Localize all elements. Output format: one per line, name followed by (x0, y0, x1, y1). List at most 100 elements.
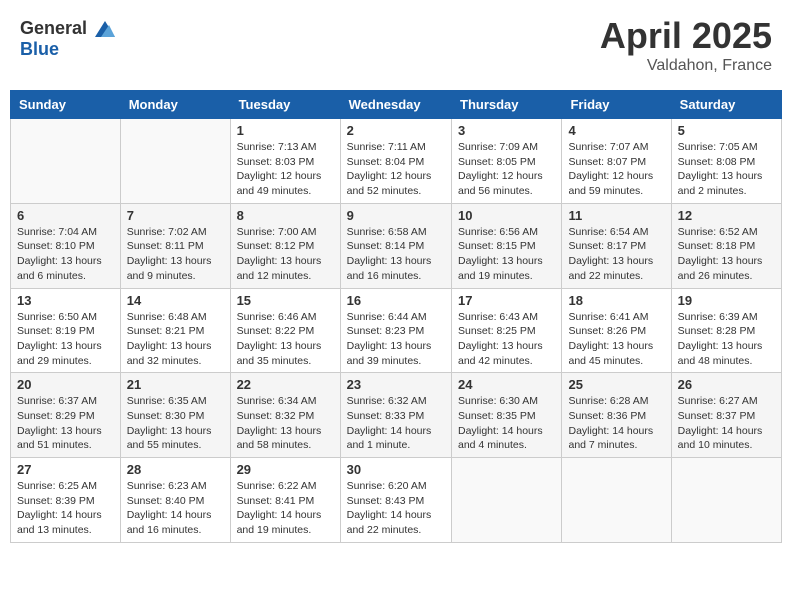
day-number: 26 (678, 377, 775, 392)
day-number: 10 (458, 208, 555, 223)
calendar-table: Sunday Monday Tuesday Wednesday Thursday… (10, 90, 782, 543)
day-info: Sunrise: 6:46 AMSunset: 8:22 PMDaylight:… (237, 310, 334, 369)
table-row: 8 Sunrise: 7:00 AMSunset: 8:12 PMDaylight… (230, 203, 340, 288)
day-number: 4 (568, 123, 664, 138)
day-info: Sunrise: 6:32 AMSunset: 8:33 PMDaylight:… (347, 394, 445, 453)
table-row: 24 Sunrise: 6:30 AMSunset: 8:35 PMDayligh… (452, 373, 562, 458)
day-number: 18 (568, 293, 664, 308)
day-info: Sunrise: 6:23 AMSunset: 8:40 PMDaylight:… (127, 479, 224, 538)
table-row: 20 Sunrise: 6:37 AMSunset: 8:29 PMDayligh… (11, 373, 121, 458)
table-row: 5Sunrise: 7:05 AMSunset: 8:08 PMDaylight… (671, 119, 781, 204)
day-info: Sunrise: 7:04 AMSunset: 8:10 PMDaylight:… (17, 225, 114, 284)
table-row (452, 458, 562, 543)
calendar-header-row: Sunday Monday Tuesday Wednesday Thursday… (11, 91, 782, 119)
day-info: Sunrise: 7:05 AMSunset: 8:08 PMDaylight:… (678, 140, 775, 199)
table-row: 9 Sunrise: 6:58 AMSunset: 8:14 PMDaylight… (340, 203, 451, 288)
day-info: Sunrise: 6:34 AMSunset: 8:32 PMDaylight:… (237, 394, 334, 453)
col-tuesday: Tuesday (230, 91, 340, 119)
table-row: 17Sunrise: 6:43 AMSunset: 8:25 PMDayligh… (452, 288, 562, 373)
day-info: Sunrise: 6:56 AMSunset: 8:15 PMDaylight:… (458, 225, 555, 284)
day-info: Sunrise: 6:54 AMSunset: 8:17 PMDaylight:… (568, 225, 664, 284)
day-info: Sunrise: 6:20 AMSunset: 8:43 PMDaylight:… (347, 479, 445, 538)
logo: General Blue (20, 15, 119, 61)
table-row: 16 Sunrise: 6:44 AMSunset: 8:23 PMDayligh… (340, 288, 451, 373)
table-row: 12Sunrise: 6:52 AMSunset: 8:18 PMDayligh… (671, 203, 781, 288)
table-row (120, 119, 230, 204)
col-wednesday: Wednesday (340, 91, 451, 119)
table-row: 19Sunrise: 6:39 AMSunset: 8:28 PMDayligh… (671, 288, 781, 373)
day-number: 8 (237, 208, 334, 223)
table-row: 21 Sunrise: 6:35 AMSunset: 8:30 PMDayligh… (120, 373, 230, 458)
calendar-week-row: 27 Sunrise: 6:25 AMSunset: 8:39 PMDayligh… (11, 458, 782, 543)
day-number: 27 (17, 462, 114, 477)
day-info: Sunrise: 7:09 AMSunset: 8:05 PMDaylight:… (458, 140, 555, 199)
table-row: 13 Sunrise: 6:50 AMSunset: 8:19 PMDayligh… (11, 288, 121, 373)
table-row: 4 Sunrise: 7:07 AMSunset: 8:07 PMDaylight… (562, 119, 671, 204)
day-number: 17 (458, 293, 555, 308)
col-thursday: Thursday (452, 91, 562, 119)
day-number: 22 (237, 377, 334, 392)
table-row: 27 Sunrise: 6:25 AMSunset: 8:39 PMDayligh… (11, 458, 121, 543)
day-info: Sunrise: 6:48 AMSunset: 8:21 PMDaylight:… (127, 310, 224, 369)
day-info: Sunrise: 6:28 AMSunset: 8:36 PMDaylight:… (568, 394, 664, 453)
day-info: Sunrise: 6:25 AMSunset: 8:39 PMDaylight:… (17, 479, 114, 538)
day-number: 16 (347, 293, 445, 308)
col-saturday: Saturday (671, 91, 781, 119)
col-sunday: Sunday (11, 91, 121, 119)
day-number: 2 (347, 123, 445, 138)
day-number: 11 (568, 208, 664, 223)
table-row: 11 Sunrise: 6:54 AMSunset: 8:17 PMDayligh… (562, 203, 671, 288)
table-row: 14Sunrise: 6:48 AMSunset: 8:21 PMDayligh… (120, 288, 230, 373)
calendar-week-row: 20 Sunrise: 6:37 AMSunset: 8:29 PMDayligh… (11, 373, 782, 458)
calendar-week-row: 6 Sunrise: 7:04 AMSunset: 8:10 PMDaylight… (11, 203, 782, 288)
day-number: 29 (237, 462, 334, 477)
day-info: Sunrise: 6:30 AMSunset: 8:35 PMDaylight:… (458, 394, 555, 453)
table-row: 10 Sunrise: 6:56 AMSunset: 8:15 PMDayligh… (452, 203, 562, 288)
day-info: Sunrise: 6:58 AMSunset: 8:14 PMDaylight:… (347, 225, 445, 284)
day-info: Sunrise: 6:22 AMSunset: 8:41 PMDaylight:… (237, 479, 334, 538)
day-number: 30 (347, 462, 445, 477)
day-info: Sunrise: 7:00 AMSunset: 8:12 PMDaylight:… (237, 225, 334, 284)
table-row (671, 458, 781, 543)
table-row: 6 Sunrise: 7:04 AMSunset: 8:10 PMDaylight… (11, 203, 121, 288)
calendar-title: April 2025 (600, 15, 772, 57)
day-info: Sunrise: 6:27 AMSunset: 8:37 PMDaylight:… (678, 394, 775, 453)
table-row (11, 119, 121, 204)
day-number: 7 (127, 208, 224, 223)
calendar-week-row: 1Sunrise: 7:13 AMSunset: 8:03 PMDaylight… (11, 119, 782, 204)
day-number: 6 (17, 208, 114, 223)
day-number: 12 (678, 208, 775, 223)
table-row: 25Sunrise: 6:28 AMSunset: 8:36 PMDayligh… (562, 373, 671, 458)
day-number: 23 (347, 377, 445, 392)
calendar-subtitle: Valdahon, France (600, 57, 772, 75)
day-info: Sunrise: 7:07 AMSunset: 8:07 PMDaylight:… (568, 140, 664, 199)
table-row: 26 Sunrise: 6:27 AMSunset: 8:37 PMDayligh… (671, 373, 781, 458)
logo-blue: Blue (20, 39, 59, 59)
table-row: 2 Sunrise: 7:11 AMSunset: 8:04 PMDaylight… (340, 119, 451, 204)
day-number: 1 (237, 123, 334, 138)
day-info: Sunrise: 6:35 AMSunset: 8:30 PMDaylight:… (127, 394, 224, 453)
day-number: 24 (458, 377, 555, 392)
day-number: 13 (17, 293, 114, 308)
day-info: Sunrise: 6:39 AMSunset: 8:28 PMDaylight:… (678, 310, 775, 369)
table-row: 22 Sunrise: 6:34 AMSunset: 8:32 PMDayligh… (230, 373, 340, 458)
calendar-week-row: 13 Sunrise: 6:50 AMSunset: 8:19 PMDayligh… (11, 288, 782, 373)
day-number: 15 (237, 293, 334, 308)
day-info: Sunrise: 6:50 AMSunset: 8:19 PMDaylight:… (17, 310, 114, 369)
day-number: 21 (127, 377, 224, 392)
table-row: 3Sunrise: 7:09 AMSunset: 8:05 PMDaylight… (452, 119, 562, 204)
day-info: Sunrise: 7:11 AMSunset: 8:04 PMDaylight:… (347, 140, 445, 199)
table-row: 1Sunrise: 7:13 AMSunset: 8:03 PMDaylight… (230, 119, 340, 204)
day-info: Sunrise: 6:44 AMSunset: 8:23 PMDaylight:… (347, 310, 445, 369)
day-info: Sunrise: 6:37 AMSunset: 8:29 PMDaylight:… (17, 394, 114, 453)
col-friday: Friday (562, 91, 671, 119)
table-row: 7Sunrise: 7:02 AMSunset: 8:11 PMDaylight… (120, 203, 230, 288)
title-block: April 2025 Valdahon, France (600, 15, 772, 75)
day-number: 20 (17, 377, 114, 392)
page-header: General Blue April 2025 Valdahon, France (10, 10, 782, 80)
table-row: 30 Sunrise: 6:20 AMSunset: 8:43 PMDayligh… (340, 458, 451, 543)
day-number: 9 (347, 208, 445, 223)
day-info: Sunrise: 6:41 AMSunset: 8:26 PMDaylight:… (568, 310, 664, 369)
table-row: 15 Sunrise: 6:46 AMSunset: 8:22 PMDayligh… (230, 288, 340, 373)
logo-icon (91, 15, 119, 43)
